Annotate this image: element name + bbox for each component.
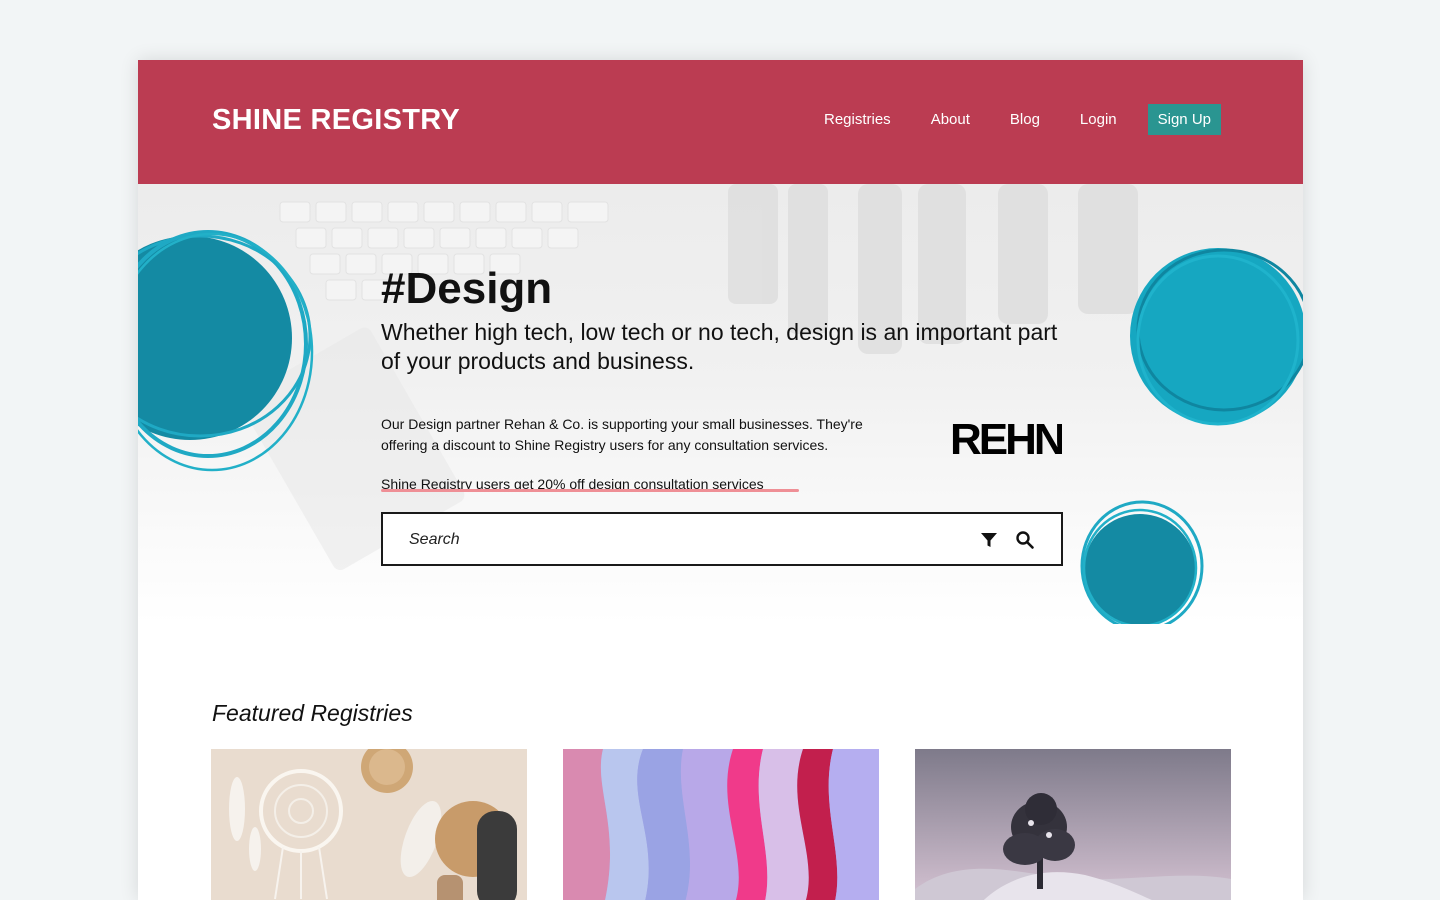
abstract-art-image [563, 749, 879, 900]
search-input[interactable] [407, 514, 971, 566]
teal-circle-decoration [138, 230, 314, 472]
search-bar [381, 512, 1063, 566]
main-nav: Registries About Blog Login Sign Up [784, 103, 1221, 135]
registry-card[interactable] [915, 749, 1231, 900]
page: SHINE REGISTRY Registries About Blog Log… [138, 60, 1303, 900]
partner-logo[interactable]: REHN [950, 418, 1062, 458]
teal-circle-decoration [1130, 248, 1303, 426]
site-logo[interactable]: SHINE REGISTRY [212, 104, 460, 137]
teal-circle-decoration [1080, 500, 1204, 624]
registry-card[interactable] [211, 749, 527, 900]
search-icon[interactable] [1015, 530, 1035, 550]
dreamcatcher-image [211, 749, 527, 900]
signup-button[interactable]: Sign Up [1147, 103, 1221, 135]
hero-description: Our Design partner Rehan & Co. is suppor… [381, 416, 863, 453]
partner-logo-text: REHN [950, 418, 1062, 458]
nav-registries[interactable]: Registries [824, 111, 891, 128]
snowy-landscape-image [915, 749, 1231, 900]
nav-about[interactable]: About [931, 111, 970, 128]
promo-underline [381, 489, 799, 492]
nav-blog[interactable]: Blog [1010, 111, 1040, 128]
featured-registries-heading: Featured Registries [212, 700, 413, 726]
hero-section: #Design Whether high tech, low tech or n… [138, 184, 1303, 624]
registry-card[interactable] [563, 749, 879, 900]
hero-title: #Design [381, 264, 553, 313]
filter-icon[interactable] [979, 530, 999, 550]
hero-subtitle: Whether high tech, low tech or no tech, … [381, 319, 1058, 374]
nav-login[interactable]: Login [1080, 111, 1117, 128]
site-header: SHINE REGISTRY Registries About Blog Log… [138, 60, 1303, 184]
